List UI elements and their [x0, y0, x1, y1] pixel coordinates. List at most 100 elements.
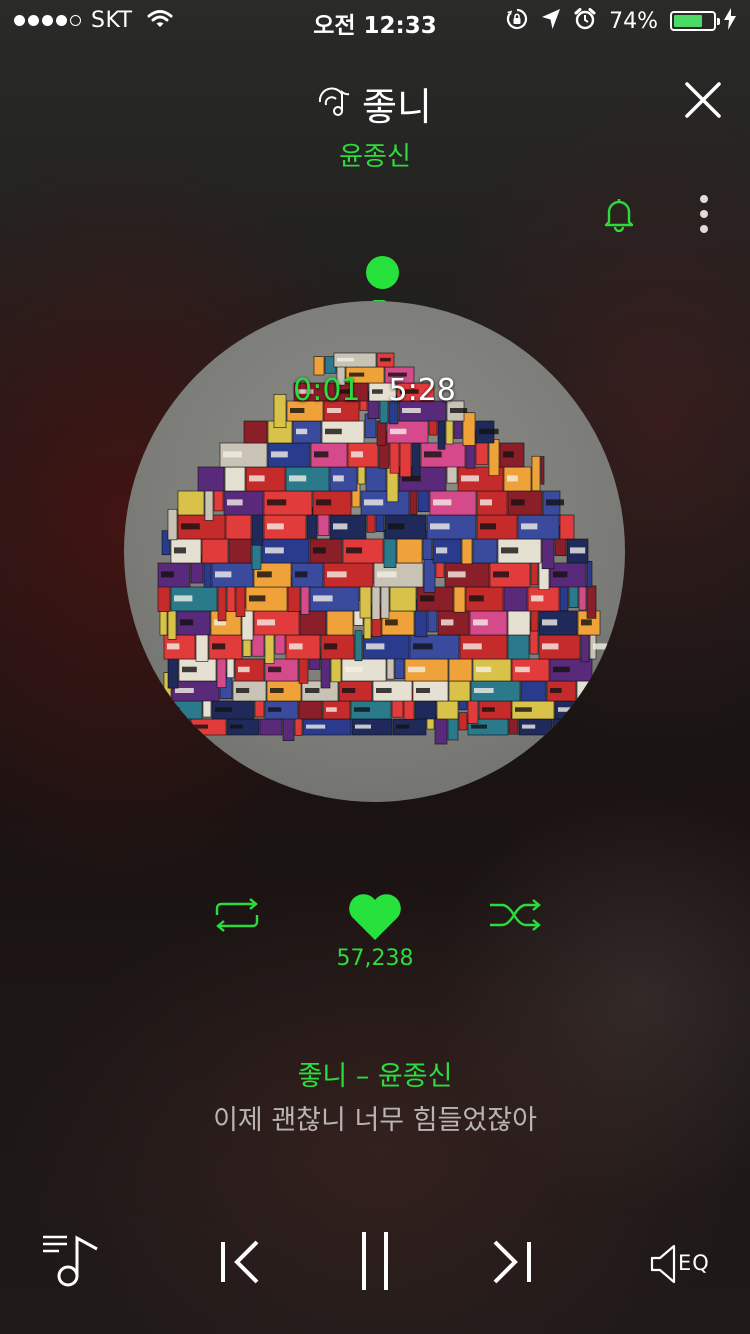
tape-label [265, 547, 284, 554]
playlist-button[interactable] [40, 1232, 102, 1290]
tape-label [476, 666, 492, 673]
tape-spine [167, 655, 179, 689]
tape-label [593, 643, 607, 650]
tape-label [441, 619, 454, 626]
tape-spine [559, 514, 575, 540]
next-icon [493, 1240, 531, 1284]
tape-label [553, 666, 570, 673]
tape-spine [259, 718, 283, 736]
total-time: 5:28 [388, 373, 456, 408]
tape-label [479, 428, 499, 435]
tape-label [346, 547, 362, 554]
notification-bell-button[interactable] [600, 196, 638, 233]
tape-spine [586, 585, 597, 619]
tape-spine [376, 420, 387, 446]
charging-bolt-icon [724, 8, 736, 34]
like-button[interactable] [346, 892, 404, 942]
tape-label [163, 707, 180, 712]
tape-label [327, 571, 347, 578]
tape-spine [578, 584, 587, 611]
tape-spine [594, 699, 603, 720]
tape-label [290, 408, 305, 413]
tape-label [305, 688, 320, 693]
battery-icon [670, 11, 720, 31]
more-options-button[interactable] [692, 192, 716, 236]
tape-label [377, 571, 397, 578]
tape-label [175, 688, 194, 693]
tape-spine [243, 420, 268, 444]
tape-spine [224, 466, 246, 492]
tape-label [413, 643, 433, 650]
tape-spine [396, 538, 423, 564]
like-count: 57,238 [336, 946, 414, 971]
tape-label [296, 428, 308, 435]
elapsed-time: 0:01 [293, 373, 361, 408]
tape-label [289, 475, 307, 482]
tape-spine [365, 466, 387, 492]
tape-label [542, 619, 558, 626]
tape-label [471, 724, 487, 729]
tape-spine [197, 466, 225, 492]
tape-label [327, 408, 341, 413]
tape-spine [389, 586, 417, 612]
tape-spine [411, 442, 421, 477]
pause-button[interactable] [358, 1230, 392, 1292]
tape-label [157, 724, 172, 729]
tape-label [268, 666, 282, 673]
tape-spine [217, 582, 227, 622]
tape-label [511, 499, 525, 506]
playback-time: 0:01 5:28 [124, 373, 625, 408]
equalizer-button[interactable]: EQ [650, 1242, 716, 1286]
tape-spine [167, 609, 177, 640]
progress-handle[interactable] [366, 256, 399, 289]
tape-spine [320, 655, 331, 689]
tape-label [553, 571, 568, 578]
tape-label [325, 428, 342, 435]
tape-label [267, 499, 287, 506]
tape-spine [531, 455, 541, 492]
tape-spine [235, 585, 246, 617]
shuffle-button[interactable] [488, 898, 542, 932]
tape-label [161, 571, 174, 578]
tape-spine [540, 456, 545, 485]
tape-label [230, 724, 243, 729]
repeat-button[interactable] [211, 898, 263, 932]
tape-label [215, 571, 232, 578]
tape-label [390, 428, 407, 435]
previous-track-button[interactable] [218, 1240, 262, 1284]
tape-label [174, 547, 186, 554]
tape-label [482, 707, 495, 712]
heart-icon [349, 894, 401, 940]
tape-label [324, 643, 338, 650]
tape-label [180, 619, 194, 626]
status-bar: SKT 오전 12:33 74% [0, 0, 750, 40]
tape-label [215, 707, 232, 712]
tape-spine [520, 680, 547, 702]
tape-label [182, 666, 197, 673]
next-track-button[interactable] [490, 1240, 534, 1284]
tape-spine [264, 632, 275, 664]
tape-spine [389, 440, 400, 474]
lyrics-title-line[interactable]: 좋니 – 윤종신 [0, 1054, 750, 1093]
tape-label [167, 643, 180, 650]
tape-label [174, 595, 193, 602]
tape-spine [228, 538, 252, 564]
tape-label [337, 357, 354, 362]
close-button[interactable] [683, 80, 723, 120]
tape-label [480, 499, 492, 506]
tape-label [448, 571, 466, 578]
tape-label [570, 547, 586, 554]
alarm-icon [573, 7, 597, 35]
album-art[interactable]: 0:01 5:28 [124, 301, 625, 802]
tape-label [450, 408, 468, 413]
tape-label [402, 408, 421, 413]
lyrics-current-line[interactable]: 이제 괜찮니 너무 힘들었잖아 [0, 1098, 750, 1137]
tape-label [542, 643, 559, 650]
artist-name[interactable]: 윤종신 [0, 136, 750, 173]
tape-label [223, 451, 242, 458]
tape-label [493, 571, 509, 578]
tape-label [257, 619, 275, 626]
shuffle-icon [490, 899, 541, 931]
bell-icon [604, 199, 634, 233]
tape-spine [282, 716, 295, 741]
